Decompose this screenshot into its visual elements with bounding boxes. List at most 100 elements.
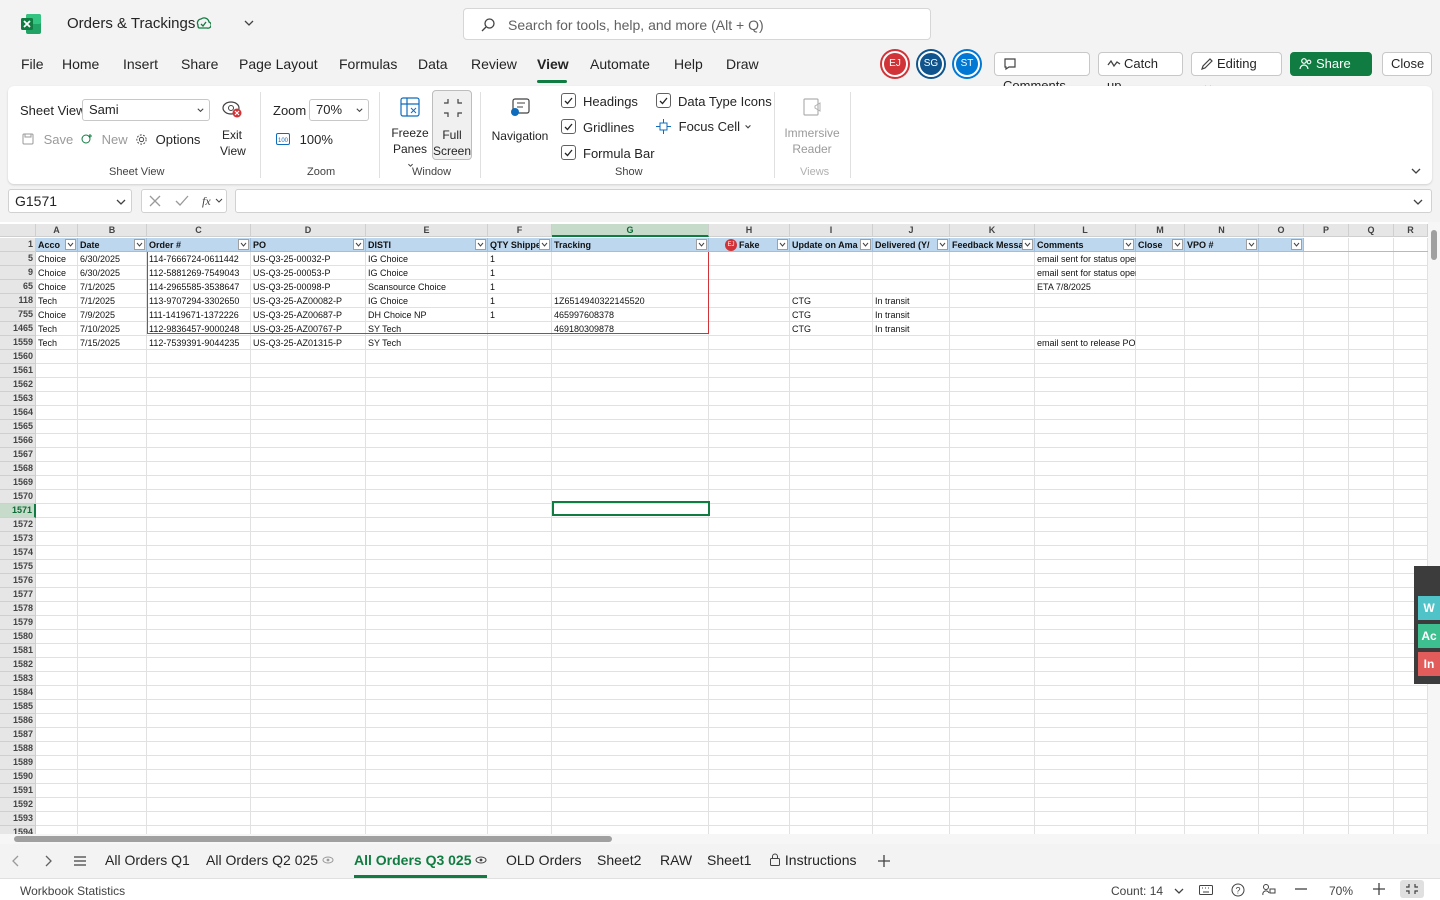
tab-share[interactable]: Share	[181, 56, 218, 72]
row-header[interactable]: 1588	[0, 742, 36, 756]
horizontal-scrollbar[interactable]	[0, 834, 1440, 844]
column-header[interactable]: J	[873, 224, 950, 237]
column-header[interactable]: K	[950, 224, 1035, 237]
chevron-down-icon[interactable]	[1413, 198, 1423, 206]
column-header[interactable]: F	[488, 224, 552, 237]
row-header[interactable]: 1591	[0, 784, 36, 798]
tab-insert[interactable]: Insert	[123, 56, 158, 72]
table-cell[interactable]: CTG	[790, 294, 873, 308]
filter-dropdown-button[interactable]	[1022, 239, 1033, 250]
row-header[interactable]: 1465	[0, 322, 36, 336]
row-header[interactable]: 1578	[0, 602, 36, 616]
count-indicator[interactable]: Count: 14	[1111, 884, 1184, 898]
gridlines-checkbox[interactable]	[561, 119, 576, 134]
sheet-tab[interactable]: All Orders Q1	[105, 852, 190, 868]
comments-button[interactable]: Comments	[994, 52, 1090, 93]
row-header[interactable]: 755	[0, 308, 36, 322]
table-header-cell[interactable]	[1304, 238, 1349, 252]
sheet-tab-active[interactable]: All Orders Q3 025	[354, 852, 487, 868]
formula-bar-checkbox[interactable]	[561, 145, 576, 160]
options-button[interactable]: Options	[135, 132, 200, 147]
table-cell[interactable]: 112-7539391-9044235	[147, 336, 251, 350]
vertical-scrollbar[interactable]	[1428, 222, 1440, 834]
share-button[interactable]: Share	[1290, 52, 1372, 90]
column-header[interactable]: I	[790, 224, 873, 237]
sheet-tab[interactable]: Sheet1	[707, 852, 751, 868]
row-header[interactable]: 1570	[0, 490, 36, 504]
exit-view-text[interactable]: Exit View	[220, 127, 246, 159]
row-header[interactable]: 1582	[0, 658, 36, 672]
new-view-button[interactable]: New	[80, 132, 128, 147]
table-header-cell[interactable]: DISTI	[366, 238, 488, 252]
workbook-title[interactable]: Orders & Trackings	[67, 15, 195, 32]
add-sheet-icon[interactable]	[877, 854, 891, 868]
row-header[interactable]: 1561	[0, 364, 36, 378]
help-icon[interactable]: ?	[1231, 883, 1245, 897]
filter-dropdown-button[interactable]	[475, 239, 486, 250]
filter-dropdown-button[interactable]	[238, 239, 249, 250]
side-panel[interactable]: W Ac In	[1414, 566, 1440, 684]
row-header[interactable]: 1586	[0, 714, 36, 728]
chevron-down-icon[interactable]	[242, 16, 256, 30]
formula-input[interactable]	[235, 189, 1432, 213]
sheet-tab[interactable]: Instructions	[769, 852, 856, 868]
column-header[interactable]: L	[1035, 224, 1136, 237]
table-cell[interactable]: 7/1/2025	[78, 280, 147, 294]
row-header[interactable]: 1562	[0, 378, 36, 392]
table-cell[interactable]: In transit	[873, 294, 950, 308]
column-header[interactable]: M	[1136, 224, 1185, 237]
exit-view-button[interactable]	[220, 98, 244, 123]
navigation-button[interactable]: Navigation	[488, 96, 552, 143]
cancel-icon[interactable]	[149, 195, 161, 207]
table-cell[interactable]: 7/9/2025	[78, 308, 147, 322]
row-header[interactable]: 1580	[0, 630, 36, 644]
table-cell[interactable]: 7/10/2025	[78, 322, 147, 336]
immersive-reader-button[interactable]: Immersive Reader	[782, 96, 842, 157]
row-header[interactable]: 1592	[0, 798, 36, 812]
tab-page-layout[interactable]: Page Layout	[239, 56, 318, 72]
tab-home[interactable]: Home	[62, 56, 99, 72]
tab-formulas[interactable]: Formulas	[339, 56, 397, 72]
row-header[interactable]: 1593	[0, 812, 36, 826]
column-header[interactable]: O	[1259, 224, 1304, 237]
row-header[interactable]: 1571	[0, 504, 36, 518]
side-panel-item[interactable]: W	[1418, 596, 1440, 620]
column-header[interactable]: C	[147, 224, 251, 237]
tab-view[interactable]: View	[537, 56, 569, 72]
zoom-level[interactable]: 70%	[1329, 884, 1353, 898]
select-all-corner[interactable]	[0, 224, 36, 237]
chevron-left-icon[interactable]	[12, 855, 20, 867]
row-header[interactable]: 1567	[0, 448, 36, 462]
save-view-button[interactable]: Save	[22, 132, 73, 147]
headings-checkbox[interactable]	[561, 93, 576, 108]
table-header-cell[interactable]: Comments	[1035, 238, 1136, 252]
tab-draw[interactable]: Draw	[726, 56, 759, 72]
row-header[interactable]: 1587	[0, 728, 36, 742]
row-header[interactable]: 1573	[0, 532, 36, 546]
table-cell[interactable]: US-Q3-25-AZ01315-P	[251, 336, 366, 350]
table-cell[interactable]: 6/30/2025	[78, 252, 147, 266]
table-cell[interactable]: 7/1/2025	[78, 294, 147, 308]
column-header[interactable]: G	[552, 224, 709, 237]
excel-logo-icon[interactable]	[20, 13, 42, 35]
column-header[interactable]: B	[78, 224, 147, 237]
row-header[interactable]: 9	[0, 266, 36, 280]
filter-dropdown-button[interactable]	[860, 239, 871, 250]
table-header-cell[interactable]	[1349, 238, 1394, 252]
function-icon[interactable]: fx	[201, 194, 223, 208]
row-header[interactable]: 1579	[0, 616, 36, 630]
table-cell[interactable]: SY Tech	[366, 336, 488, 350]
table-header-cell[interactable]: Order #	[147, 238, 251, 252]
row-header[interactable]: 1564	[0, 406, 36, 420]
row-header[interactable]: 1577	[0, 588, 36, 602]
column-header[interactable]: R	[1394, 224, 1428, 237]
avatar[interactable]: ST	[954, 51, 980, 77]
full-screen-toggle[interactable]	[1400, 880, 1424, 898]
horizontal-scroll-thumb[interactable]	[14, 836, 612, 842]
row-header[interactable]: 1576	[0, 574, 36, 588]
data-type-icons-checkbox[interactable]	[656, 93, 671, 108]
row-header[interactable]: 118	[0, 294, 36, 308]
row-header[interactable]: 1575	[0, 560, 36, 574]
column-header[interactable]: D	[251, 224, 366, 237]
name-box[interactable]: G1571	[8, 189, 132, 213]
